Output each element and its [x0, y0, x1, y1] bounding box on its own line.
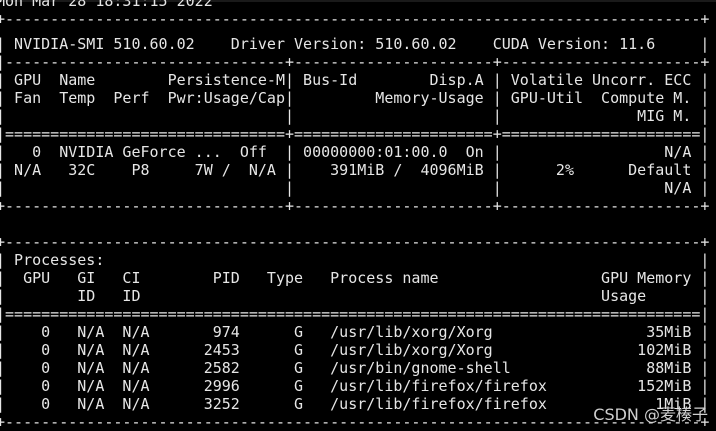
processes-top-border: +---------------------------------------… [0, 233, 710, 251]
process-row: | 0 N/A N/A 2453 G /usr/lib/xorg/Xorg 10… [0, 341, 710, 359]
csdn-watermark: CSDN @麦楱子 [593, 405, 708, 424]
processes-separator: |=======================================… [0, 305, 710, 323]
gpu-table-divider: |-------------------------------+-------… [0, 53, 710, 71]
timestamp-line: Mon Mar 28 18:31:15 2022 [0, 0, 213, 10]
gpu-header-separator: |===============================+=======… [0, 125, 710, 143]
processes-header-row-2: | ID ID Usage | [0, 287, 710, 305]
processes-title: | Processes: | [0, 251, 710, 269]
gpu-row-line-3: | | | N/A | [0, 179, 710, 197]
version-line: | NVIDIA-SMI 510.60.02 Driver Version: 5… [0, 35, 710, 53]
gpu-row-line-2: | N/A 32C P8 7W / N/A | 391MiB / 4096MiB… [0, 161, 710, 179]
gpu-header-row-1: | GPU Name Persistence-M| Bus-Id Disp.A … [0, 71, 710, 89]
process-row: | 0 N/A N/A 2996 G /usr/lib/firefox/fire… [0, 377, 710, 395]
process-row: | 0 N/A N/A 974 G /usr/lib/xorg/Xorg 35M… [0, 323, 710, 341]
terminal-window[interactable]: Mon Mar 28 18:31:15 2022 +--------------… [0, 0, 716, 431]
gpu-header-row-2: | Fan Temp Perf Pwr:Usage/Cap| Memory-Us… [0, 89, 710, 107]
process-row: | 0 N/A N/A 2582 G /usr/bin/gnome-shell … [0, 359, 710, 377]
gpu-row-line-1: | 0 NVIDIA GeForce ... Off | 00000000:01… [0, 143, 710, 161]
processes-header-row-1: | GPU GI CI PID Type Process name GPU Me… [0, 269, 710, 287]
header-top-border: +---------------------------------------… [0, 10, 710, 28]
gpu-header-row-3: | | | MIG M. | [0, 107, 710, 125]
gpu-table-bottom-border: +-------------------------------+-------… [0, 197, 710, 215]
